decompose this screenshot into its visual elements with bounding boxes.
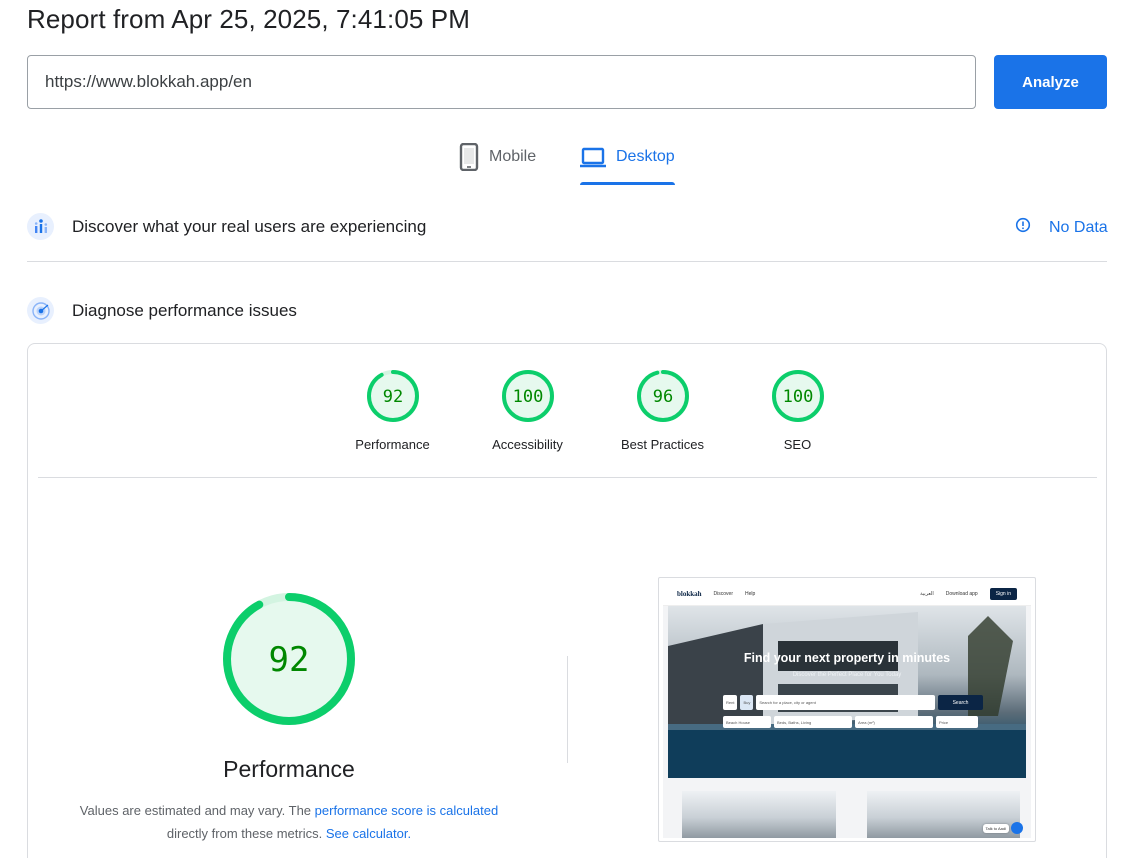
lab-data-section: Diagnose performance issues — [27, 297, 297, 324]
performance-score-value: 92 — [269, 640, 310, 680]
gauge-label: Performance — [355, 437, 430, 452]
url-input[interactable] — [27, 55, 976, 109]
screenshot-filter-price: Price — [936, 716, 978, 728]
gauge-label: Best Practices — [620, 437, 705, 452]
field-data-section: Discover what your real users are experi… — [27, 213, 426, 240]
page-title: Report from Apr 25, 2025, 7:41:05 PM — [27, 4, 470, 34]
section-divider — [27, 261, 1107, 262]
tab-desktop-label: Desktop — [616, 148, 675, 165]
screenshot-search-button: Search — [938, 695, 983, 710]
performance-title: Performance — [223, 756, 355, 782]
screenshot-nav-download: Download app — [945, 590, 978, 597]
analyze-button[interactable]: Analyze — [994, 55, 1107, 109]
see-calculator-link[interactable]: See calculator. — [326, 826, 411, 841]
vertical-divider — [567, 656, 568, 763]
gauge-label: Accessibility — [492, 437, 563, 452]
screenshot-signin: Sign in — [989, 587, 1017, 600]
note-text: directly from these metrics. — [166, 826, 323, 841]
screenshot-hero-title: Find your next property in minutes — [743, 651, 951, 665]
screenshot-nav-discover: Discover — [713, 590, 733, 597]
no-data-link[interactable]: No Data — [1015, 217, 1108, 238]
score-value: 96 — [652, 387, 672, 407]
page-screenshot: blokkah Discover Help العربية Download a… — [663, 582, 1031, 838]
note-text: Values are estimated and may vary. The — [79, 803, 312, 818]
gauge-performance[interactable]: 92 Performance — [325, 368, 460, 452]
tab-desktop[interactable]: Desktop — [580, 143, 675, 185]
users-chart-icon — [27, 213, 54, 240]
screenshot-rent: Rent — [723, 695, 738, 710]
screenshot-search: Rent Buy Search for a place, city or age… — [723, 695, 983, 710]
score-ring: 100 — [771, 370, 824, 422]
tab-mobile[interactable]: Mobile — [459, 142, 537, 185]
performance-note: Values are estimated and may vary. The p… — [58, 799, 520, 845]
active-tab-indicator — [580, 182, 675, 185]
screenshot-filters: Beach House Beds, Baths, Living Area (m²… — [723, 716, 983, 728]
score-value: 92 — [382, 387, 402, 407]
gauge-accessibility[interactable]: 100 Accessibility — [460, 368, 595, 452]
screenshot-listing-cards — [682, 791, 1020, 838]
screenshot-nav: blokkah Discover Help العربية Download a… — [663, 582, 1031, 606]
screenshot-listing-card — [682, 791, 836, 838]
hero-building-illustration — [668, 612, 1026, 778]
final-screenshot: blokkah Discover Help العربية Download a… — [658, 577, 1036, 842]
lab-report-card: 92 Performance 100 Accessibility 96 Best… — [27, 343, 1107, 858]
screenshot-chat-label: Talk to Aadi — [982, 823, 1009, 833]
screenshot-hero-subtitle: Discover the Perfect Place for You Today — [792, 672, 902, 678]
screenshot-logo: blokkah — [677, 589, 702, 598]
score-value: 100 — [512, 387, 543, 407]
performance-score-gauge: 92 — [223, 593, 355, 725]
field-data-title: Discover what your real users are experi… — [72, 216, 427, 236]
screenshot-chat-widget: Talk to Aadi — [982, 822, 1023, 834]
card-divider — [38, 477, 1097, 478]
gauge-seo[interactable]: 100 SEO — [730, 368, 865, 452]
gauge-best-practices[interactable]: 96 Best Practices — [595, 368, 730, 452]
score-value: 100 — [782, 387, 813, 407]
screenshot-hero: Find your next property in minutes Disco… — [668, 606, 1026, 778]
mobile-phone-icon — [459, 142, 479, 176]
lab-data-title: Diagnose performance issues — [72, 300, 297, 320]
tab-mobile-label: Mobile — [489, 148, 537, 165]
score-gauges: 92 Performance 100 Accessibility 96 Best… — [325, 368, 865, 452]
screenshot-nav-lang: العربية — [920, 590, 934, 597]
screenshot-filter-type: Beach House — [723, 716, 771, 728]
screenshot-buy: Buy — [740, 695, 754, 710]
diagnose-target-icon — [27, 297, 54, 324]
gauge-label: SEO — [783, 437, 812, 452]
no-data-label: No Data — [1049, 218, 1108, 236]
score-ring: 92 — [366, 370, 419, 422]
score-ring: 96 — [636, 370, 689, 422]
screenshot-search-field: Search for a place, city or agent — [756, 695, 935, 710]
screenshot-filter-beds: Beds, Baths, Living — [774, 716, 852, 728]
screenshot-filter-area: Area (m²) — [855, 716, 933, 728]
score-calculated-link[interactable]: performance score is calculated — [315, 803, 499, 818]
laptop-icon — [580, 143, 606, 176]
chat-bubble-icon — [1011, 822, 1023, 834]
info-icon — [1015, 217, 1031, 238]
screenshot-nav-help: Help — [744, 590, 756, 597]
score-ring: 100 — [501, 370, 554, 422]
